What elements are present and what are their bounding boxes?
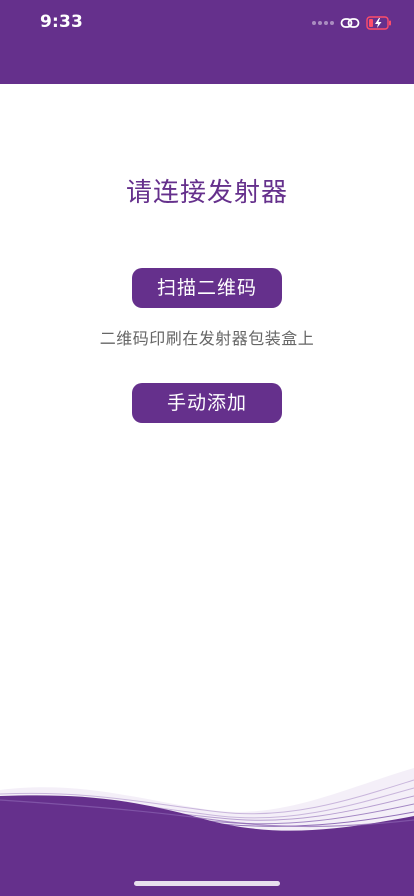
screen: 9:33 请连接发射器 扫描二维码 二维码印刷在发射器包装盒上 手动添加	[0, 0, 414, 896]
manual-add-button[interactable]: 手动添加	[132, 383, 282, 423]
status-icons	[312, 14, 392, 32]
status-time: 9:33	[40, 12, 84, 32]
decorative-wave	[0, 768, 414, 896]
home-indicator[interactable]	[134, 881, 280, 886]
battery-charging-icon	[366, 16, 391, 30]
status-bar: 9:33	[0, 0, 414, 84]
qr-code-hint: 二维码印刷在发射器包装盒上	[99, 329, 315, 348]
page-title: 请连接发射器	[125, 178, 288, 208]
cellular-signal-icon	[312, 21, 334, 25]
scan-qr-code-button[interactable]: 扫描二维码	[132, 268, 282, 308]
link-icon	[340, 18, 360, 28]
